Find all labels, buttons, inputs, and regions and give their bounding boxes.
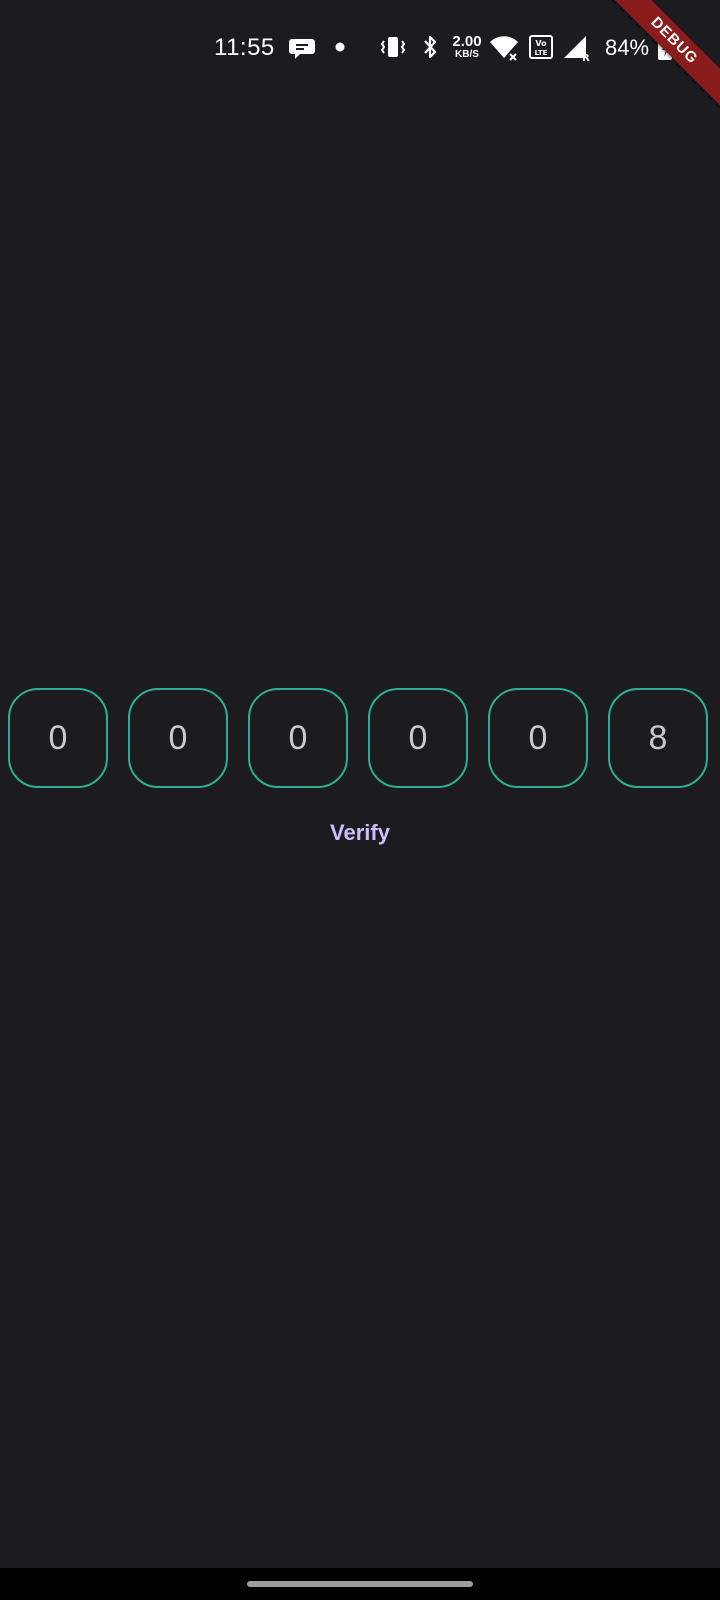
verify-button[interactable]: Verify [316,814,404,851]
wifi-icon [490,36,518,61]
otp-digit-1[interactable]: 0 [8,688,108,788]
otp-digit-3[interactable]: 0 [248,688,348,788]
bluetooth-icon [424,35,437,59]
status-time: 11:55 [214,34,275,61]
volte-icon: Vo LTE [529,35,553,59]
svg-text:LTE: LTE [535,49,548,57]
svg-text:R: R [582,53,590,62]
verify-button-wrapper: Verify [0,820,720,846]
battery-percent: 84% [605,35,650,60]
otp-input-row: 0 0 0 0 0 8 [8,688,712,792]
svg-text:Vo: Vo [535,39,547,48]
navigation-bar [0,1568,720,1600]
signal-icon: R [564,36,590,62]
chat-bubble-icon [289,39,315,59]
otp-digit-6[interactable]: 8 [608,688,708,788]
network-speed-unit: KB/S [455,49,479,60]
notification-dot-icon [335,42,345,52]
network-speed-value: 2.00 [452,33,482,50]
otp-digit-5[interactable]: 0 [488,688,588,788]
status-bar: 11:55 2.00 KB/S Vo LTE R 84% [0,0,720,96]
otp-digit-2[interactable]: 0 [128,688,228,788]
vibrate-icon [380,37,406,57]
otp-digit-4[interactable]: 0 [368,688,468,788]
network-speed: 2.00 KB/S [447,34,487,60]
gesture-handle[interactable] [247,1581,473,1587]
